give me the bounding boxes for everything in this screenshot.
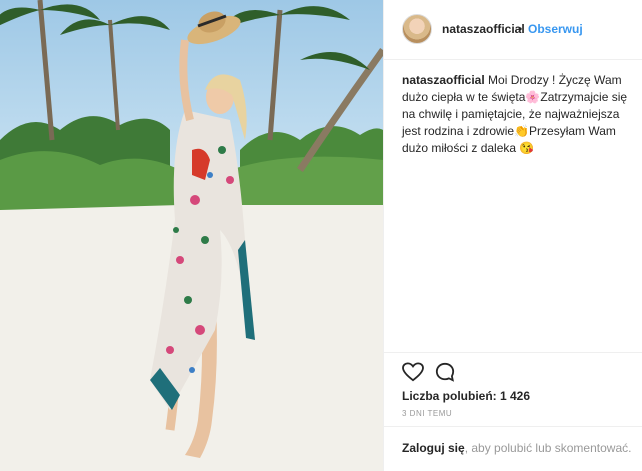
beach-photo-illustration xyxy=(0,0,383,471)
follow-button[interactable]: Obserwuj xyxy=(528,22,583,36)
login-prompt-text: , aby polubić lub skomentować. xyxy=(464,441,632,455)
separator-dot: • xyxy=(518,22,523,36)
login-prompt: Zaloguj się, aby polubić lub skomentować… xyxy=(402,440,632,457)
likes-count[interactable]: Liczba polubień: 1 426 xyxy=(402,389,530,403)
post-caption: nataszaofficial Moi Drodzy ! Życzę Wam d… xyxy=(402,72,634,157)
avatar[interactable] xyxy=(402,14,432,44)
clap-emoji-icon: 👏 xyxy=(514,124,530,138)
caption-username-link[interactable]: nataszaofficial xyxy=(402,73,485,87)
login-link[interactable]: Zaloguj się xyxy=(402,441,465,455)
post-header: nataszaofficial • Obserwuj xyxy=(384,0,642,60)
comment-icon[interactable] xyxy=(435,362,455,382)
username-link[interactable]: nataszaofficial xyxy=(442,22,525,36)
post-photo[interactable] xyxy=(0,0,383,471)
actions-divider xyxy=(384,352,642,354)
heart-icon[interactable] xyxy=(402,362,424,382)
flower-emoji-icon: 🌸 xyxy=(525,90,541,104)
kiss-emoji-icon: 😘 xyxy=(519,141,535,155)
post-side-panel: nataszaofficial • Obserwuj nataszaoffici… xyxy=(383,0,642,471)
footer-divider xyxy=(384,426,642,427)
post-timestamp[interactable]: 3 DNI TEMU xyxy=(402,409,452,418)
